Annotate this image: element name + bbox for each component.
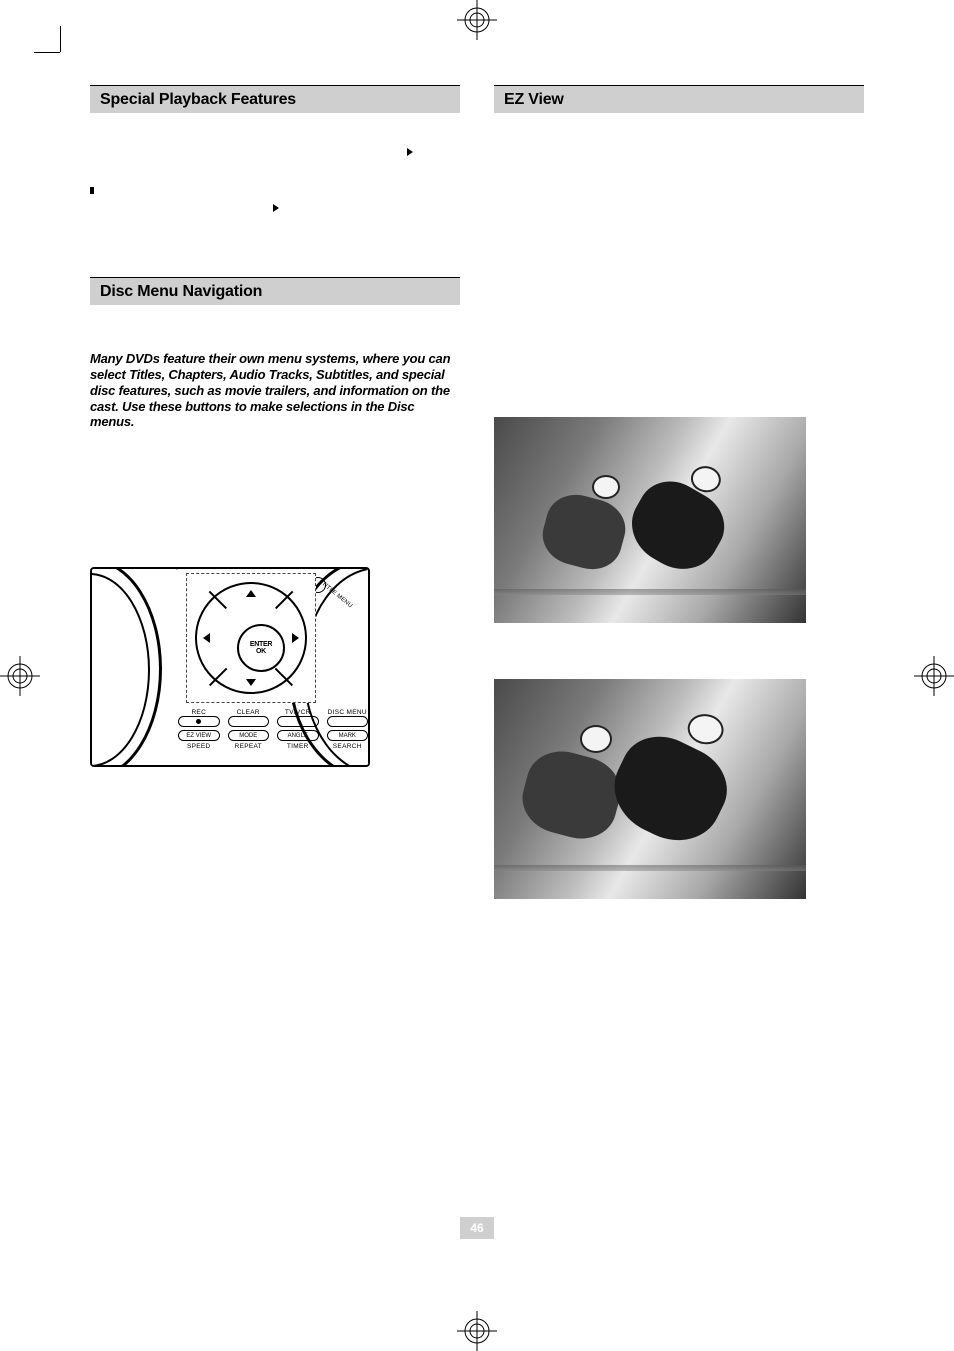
play-icon (273, 204, 279, 212)
remote-label-speed: SPEED (178, 743, 220, 750)
arrow-up-icon (246, 590, 256, 597)
remote-angle-button: ANGLE (277, 730, 319, 741)
remote-mark-button: MARK (327, 730, 369, 741)
nav-arrows-label: ▲,▼ (90, 470, 118, 484)
crop-mark-top-left (60, 26, 61, 52)
ez-view-off-caption: EZ View Off (494, 259, 864, 273)
arrow-left-icon (203, 633, 210, 643)
registration-mark-right (914, 656, 954, 696)
remote-label-tvvcr: TV/VCR (277, 709, 319, 716)
arrow-down-icon (246, 679, 256, 686)
disc-menu-intro: Many DVDs feature their own menu systems… (90, 351, 460, 430)
remote-label-search: SEARCH (327, 743, 369, 750)
ez-view-p3: To clear the EZ View display, press the … (494, 212, 864, 245)
record-dot-icon (196, 719, 201, 724)
page-number: 46 (460, 1217, 494, 1239)
special-playback-intro: During DVD/CD playback you can select fr… (90, 127, 460, 175)
heading-ez-view-text: EZ View (504, 91, 564, 109)
remote-clear-button (228, 716, 270, 727)
remote-setup-label: SETUP (174, 567, 194, 572)
arrow-right-icon (292, 633, 299, 643)
ez-view-on-image (494, 679, 806, 899)
remote-diagram: SETUP TITLE MENU ENTEROK (90, 567, 370, 767)
enter-btn-body: Press to make your selections in the Dis… (143, 494, 410, 508)
remote-label-discmenu: DISC MENU (327, 709, 369, 716)
frame-advance-body: While in stop mode, press the (Play/Paus… (102, 199, 460, 231)
disc-menu-btn-body: Press to access the DVD's Disc menu, if … (171, 445, 458, 459)
play-icon (407, 148, 413, 156)
remote-label-repeat: REPEAT (228, 743, 270, 750)
bullet-icon (90, 187, 94, 194)
heading-ez-view: EZ View (494, 85, 864, 113)
remote-discmenu-button (327, 716, 369, 727)
registration-mark-top (457, 0, 497, 40)
remote-rec-button (178, 716, 220, 727)
heading-special-playback-text: Special Playback Features (100, 91, 296, 109)
remote-label-rec: REC (178, 709, 220, 716)
heading-disc-menu-nav-text: Disc Menu Navigation (100, 283, 262, 301)
ez-view-p1: EZ View can be used to adjust the DVD ou… (494, 127, 864, 160)
remote-label-clear: CLEAR (228, 709, 270, 716)
nav-arrows-body: Use to navigate through DVD's Disc Menu … (129, 470, 410, 484)
remote-ezview-button: EZ VIEW (178, 730, 220, 741)
remote-tvvcr-button (277, 716, 319, 727)
disc-menu-btn-label: DISC MENU (90, 445, 160, 459)
remote-mode-button: MODE (228, 730, 270, 741)
ez-view-p2: During DVD playback, press the EZ VIEW b… (494, 170, 864, 203)
remote-dpad: ENTEROK (195, 582, 307, 694)
crop-mark-top-left-h (34, 52, 60, 53)
heading-special-playback: Special Playback Features (90, 85, 460, 113)
registration-mark-left (0, 656, 40, 696)
frame-advance-label: Frame by Frame advance (102, 183, 460, 199)
enter-btn-label: ENTER (90, 494, 132, 508)
ez-view-off-image (494, 417, 806, 623)
heading-disc-menu-nav: Disc Menu Navigation (90, 277, 460, 305)
ez-view-on-caption: EZ View On (494, 661, 864, 675)
remote-label-timer: TIMER (277, 743, 319, 750)
remote-dpad-highlight: ENTEROK (186, 573, 316, 703)
registration-mark-bottom (457, 1311, 497, 1351)
remote-enter-button: ENTEROK (237, 624, 285, 672)
